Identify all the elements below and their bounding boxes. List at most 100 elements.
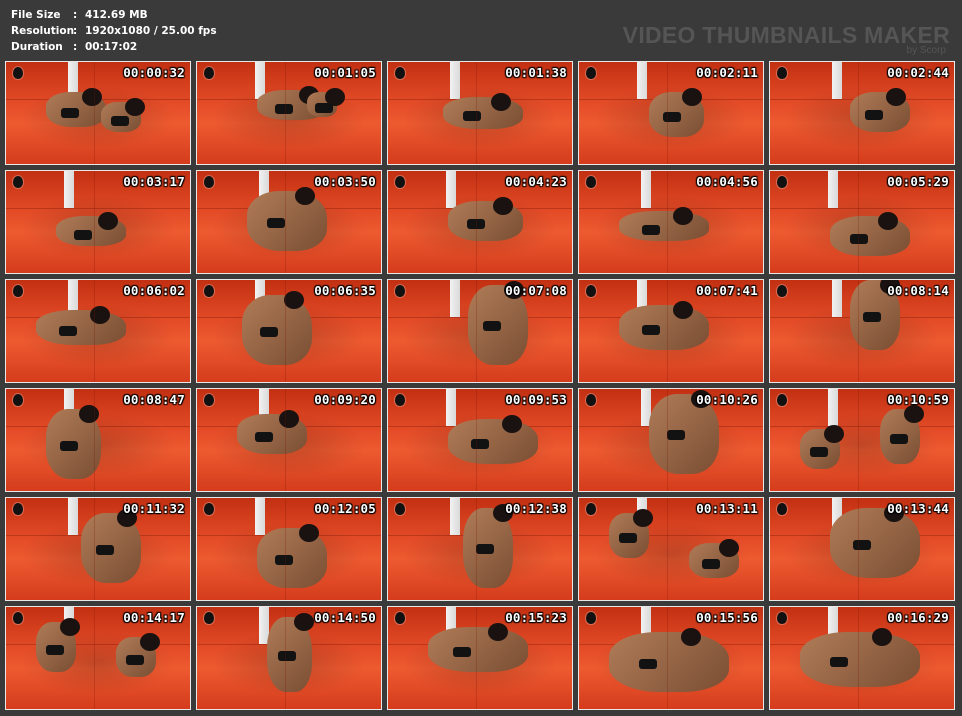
channel-logo-icon — [393, 392, 407, 408]
video-thumbnail[interactable]: 00:14:17 — [5, 606, 191, 710]
wrestler-figure — [257, 524, 327, 588]
wrestler-figure — [800, 425, 844, 469]
hair — [488, 623, 508, 641]
video-thumbnail[interactable]: 00:06:35 — [196, 279, 382, 383]
video-thumbnail[interactable]: 00:03:17 — [5, 170, 191, 274]
video-thumbnail[interactable]: 00:16:29 — [769, 606, 955, 710]
wall-corner — [641, 171, 651, 208]
wall-corner — [832, 280, 842, 317]
video-thumbnail[interactable]: 00:02:44 — [769, 61, 955, 165]
channel-logo-icon — [11, 501, 25, 517]
thumbnail-timestamp: 00:04:23 — [505, 174, 567, 189]
video-thumbnail[interactable]: 00:09:53 — [387, 388, 573, 492]
thumbnail-timestamp: 00:02:44 — [887, 65, 949, 80]
channel-logo-icon — [11, 283, 25, 299]
wrestler-figure — [46, 88, 106, 127]
wrestler-figure — [81, 509, 141, 583]
resolution-label: Resolution — [11, 25, 75, 37]
hair — [886, 88, 906, 106]
thumbnail-timestamp: 00:15:23 — [505, 610, 567, 625]
wrestler-figure — [649, 88, 704, 137]
channel-logo-icon — [584, 283, 598, 299]
thumbnail-timestamp: 00:14:50 — [314, 610, 376, 625]
wall-corner — [828, 389, 838, 426]
video-thumbnail[interactable]: 00:12:38 — [387, 497, 573, 601]
video-thumbnail[interactable]: 00:07:41 — [578, 279, 764, 383]
hair — [279, 410, 299, 428]
hair — [140, 633, 160, 651]
shorts — [662, 112, 681, 123]
hair — [824, 425, 844, 443]
video-thumbnail[interactable]: 00:15:23 — [387, 606, 573, 710]
channel-logo-icon — [202, 174, 216, 190]
hair — [682, 88, 702, 106]
shorts — [46, 644, 64, 655]
thumbnail-timestamp: 00:15:56 — [696, 610, 758, 625]
thumbnail-timestamp: 00:01:38 — [505, 65, 567, 80]
shorts — [274, 103, 293, 114]
video-thumbnail[interactable]: 00:07:08 — [387, 279, 573, 383]
video-thumbnail[interactable]: 00:13:11 — [578, 497, 764, 601]
channel-logo-icon — [775, 501, 789, 517]
shorts — [862, 311, 881, 322]
channel-logo-icon — [11, 174, 25, 190]
channel-logo-icon — [393, 283, 407, 299]
video-thumbnail[interactable]: 00:00:32 — [5, 61, 191, 165]
hair — [633, 509, 653, 527]
shorts — [639, 659, 657, 669]
shorts — [96, 544, 114, 555]
channel-logo-icon — [393, 501, 407, 517]
video-thumbnail[interactable]: 00:08:47 — [5, 388, 191, 492]
hair — [904, 405, 924, 423]
wrestler-figure — [237, 410, 307, 454]
video-thumbnail[interactable]: 00:08:14 — [769, 279, 955, 383]
video-thumbnail[interactable]: 00:03:50 — [196, 170, 382, 274]
thumbnail-timestamp: 00:07:08 — [505, 283, 567, 298]
wall-corner — [255, 498, 265, 535]
shorts — [470, 439, 489, 450]
video-thumbnail[interactable]: 00:12:05 — [196, 497, 382, 601]
shorts — [890, 433, 908, 444]
shorts — [666, 430, 685, 440]
video-thumbnail[interactable]: 00:10:59 — [769, 388, 955, 492]
separator: : — [73, 9, 78, 21]
hair — [878, 212, 898, 230]
video-thumbnail[interactable]: 00:01:05 — [196, 61, 382, 165]
video-thumbnail[interactable]: 00:15:56 — [578, 606, 764, 710]
hair — [284, 291, 304, 309]
hair — [872, 628, 892, 646]
video-thumbnail[interactable]: 00:05:29 — [769, 170, 955, 274]
thumbnail-timestamp: 00:09:20 — [314, 392, 376, 407]
hair — [90, 306, 110, 324]
watermark: VIDEO THUMBNAILS MAKER by Scorp — [623, 22, 950, 56]
shorts — [466, 219, 485, 229]
wrestler-figure — [800, 628, 920, 687]
channel-logo-icon — [584, 501, 598, 517]
hair — [98, 212, 118, 230]
wrestler-figure — [609, 628, 729, 692]
video-thumbnail[interactable]: 00:06:02 — [5, 279, 191, 383]
shorts — [483, 321, 501, 331]
shorts — [278, 650, 297, 661]
video-thumbnail[interactable]: 00:14:50 — [196, 606, 382, 710]
thumbnail-timestamp: 00:11:32 — [123, 501, 185, 516]
video-thumbnail[interactable]: 00:13:44 — [769, 497, 955, 601]
video-thumbnail[interactable]: 00:04:56 — [578, 170, 764, 274]
wrestler-figure — [428, 623, 528, 672]
shorts — [126, 655, 144, 665]
wall-corner — [68, 498, 78, 535]
wall-corner — [450, 498, 460, 535]
video-thumbnail[interactable]: 00:02:11 — [578, 61, 764, 165]
video-thumbnail[interactable]: 00:09:20 — [196, 388, 382, 492]
thumbnail-timestamp: 00:16:29 — [887, 610, 949, 625]
video-thumbnail[interactable]: 00:01:38 — [387, 61, 573, 165]
file-info-panel: File Size : 412.69 MB Resolution : 1920x… — [11, 7, 217, 55]
video-thumbnail[interactable]: 00:10:26 — [578, 388, 764, 492]
shorts — [254, 432, 273, 442]
hair — [60, 618, 80, 636]
video-thumbnail[interactable]: 00:11:32 — [5, 497, 191, 601]
video-thumbnail[interactable]: 00:04:23 — [387, 170, 573, 274]
thumbnail-timestamp: 00:01:05 — [314, 65, 376, 80]
channel-logo-icon — [393, 610, 407, 626]
wall-corner — [450, 280, 460, 317]
